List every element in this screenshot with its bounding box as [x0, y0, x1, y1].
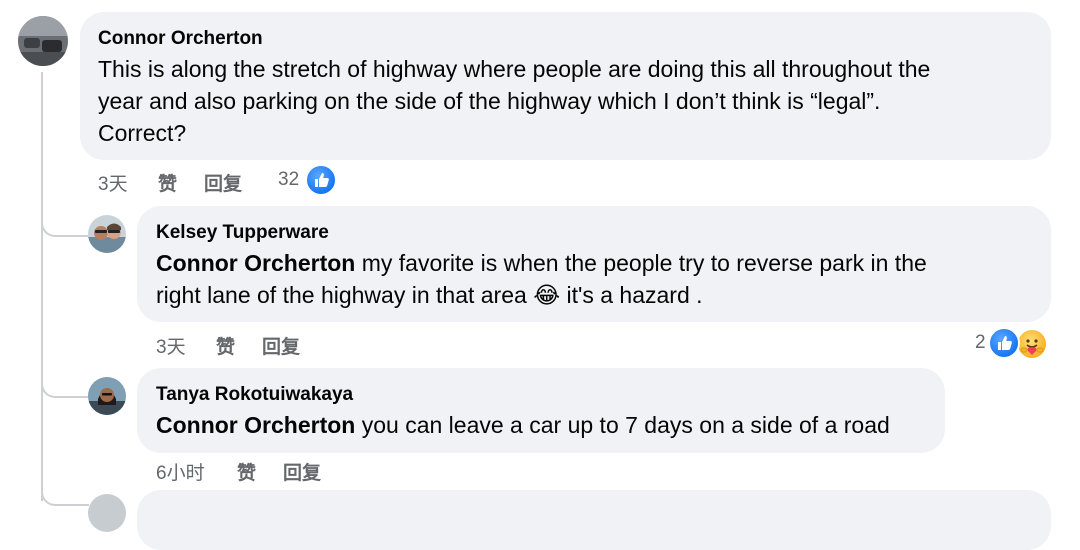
reply-branch-2: [41, 360, 89, 398]
comment-text: Connor Orcherton my favorite is when the…: [156, 247, 1036, 311]
avatar[interactable]: [88, 215, 126, 253]
laughing-emoji-icon: 😂: [533, 282, 561, 308]
care-reaction-icon: [1016, 328, 1048, 360]
like-reaction-icon: [988, 327, 1020, 359]
comment-timestamp[interactable]: 3天: [156, 332, 186, 359]
comment-text-segment: it's a hazard .: [566, 282, 703, 308]
comment-text-segment: my favorite is when the people try to re…: [361, 250, 927, 276]
comment-timestamp[interactable]: 6小时: [156, 458, 205, 485]
like-button[interactable]: 赞: [216, 332, 235, 359]
comment-text-segment: right lane of the highway in that area: [156, 282, 527, 308]
like-button[interactable]: 赞: [158, 169, 177, 196]
thread-line: [41, 72, 43, 501]
comment-bubble: [137, 490, 1051, 550]
mention-link[interactable]: Connor Orcherton: [156, 412, 355, 438]
reply-branch-1: [41, 195, 89, 237]
reply-button[interactable]: 回复: [204, 169, 242, 196]
reply-button[interactable]: 回复: [262, 332, 300, 359]
comment-line: This is along the stretch of highway whe…: [98, 56, 931, 82]
like-reaction-icon: [305, 164, 337, 196]
reaction-count[interactable]: 32: [278, 169, 299, 191]
mention-link[interactable]: Connor Orcherton: [156, 250, 355, 276]
reaction-count[interactable]: 2: [975, 332, 986, 354]
comment-author[interactable]: Connor Orcherton: [98, 28, 263, 50]
comment-text: This is along the stretch of highway whe…: [98, 53, 1038, 149]
avatar[interactable]: [88, 494, 126, 532]
comment-text: Connor Orcherton you can leave a car up …: [156, 409, 936, 441]
avatar[interactable]: [88, 377, 126, 415]
comment-line: Correct?: [98, 120, 187, 146]
comment-author[interactable]: Kelsey Tupperware: [156, 222, 329, 244]
avatar[interactable]: [18, 16, 68, 66]
comment-timestamp[interactable]: 3天: [98, 169, 128, 196]
comment-text-segment: you can leave a car up to 7 days on a si…: [361, 412, 890, 438]
reply-button[interactable]: 回复: [283, 458, 321, 485]
like-button[interactable]: 赞: [237, 458, 256, 485]
comment-line: year and also parking on the side of the…: [98, 88, 881, 114]
comment-author[interactable]: Tanya Rokotuiwakaya: [156, 384, 353, 406]
